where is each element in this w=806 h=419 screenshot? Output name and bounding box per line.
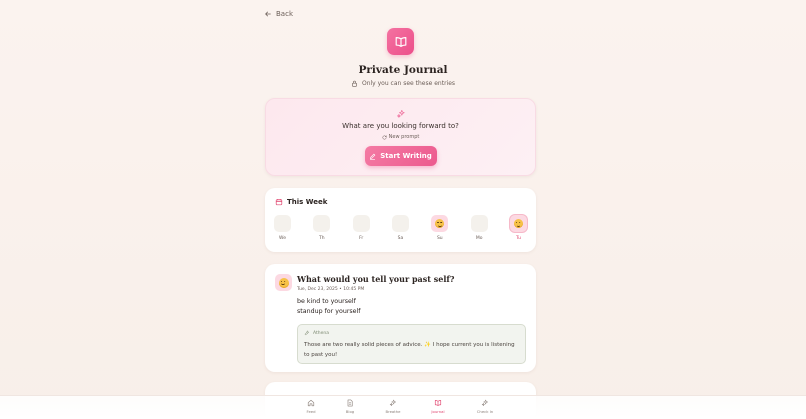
document-icon: [347, 399, 353, 407]
week-title: This Week: [287, 198, 328, 206]
journal-logo: [387, 28, 414, 55]
nav-label: Blog: [345, 409, 355, 414]
prompt-question: What are you looking forward to?: [342, 122, 459, 130]
prompt-card: What are you looking forward to? New pro…: [265, 98, 536, 176]
new-prompt-button[interactable]: New prompt: [382, 134, 420, 140]
entry-line: be kind to yourself: [297, 298, 356, 305]
day-label: Fr: [359, 236, 364, 241]
day-label: Su: [436, 236, 443, 241]
back-link[interactable]: Back: [264, 8, 293, 20]
entry-line: standup for yourself: [297, 308, 361, 315]
day-we[interactable]: We: [274, 215, 291, 241]
day-su[interactable]: Su: [431, 215, 449, 241]
calendar-icon: [275, 198, 283, 206]
pencil-icon: [370, 153, 376, 160]
week-card: This Week We Th Fr Sa Su Mo Tu: [265, 188, 536, 252]
sparkle-icon: [389, 399, 396, 406]
nav-label: Check In: [476, 409, 494, 414]
lock-icon: [352, 80, 357, 87]
smiley-icon: [435, 219, 445, 228]
day-th[interactable]: Th: [313, 215, 331, 241]
smiley-icon: [513, 219, 523, 228]
nav-feed[interactable]: Feed: [296, 399, 326, 414]
day-label: Sa: [397, 236, 404, 241]
bottom-nav: Feed Blog Breathe Journal Check In: [0, 395, 806, 419]
nav-blog[interactable]: Blog: [335, 399, 365, 414]
day-box: [431, 215, 449, 232]
sparkle-icon: [481, 399, 488, 406]
arrow-left-icon: [265, 11, 271, 17]
refresh-icon: [382, 135, 387, 139]
entry-date: Tue, Dec 23, 2025 • 10:45 PM: [297, 287, 365, 292]
day-box: [391, 215, 409, 232]
ai-name: Athena: [313, 330, 329, 336]
day-tu[interactable]: Tu: [509, 215, 527, 241]
week-days: We Th Fr Sa Su Mo Tu: [274, 215, 527, 241]
day-label: Mo: [475, 236, 483, 241]
day-sa[interactable]: Sa: [391, 215, 409, 241]
nav-label: Feed: [306, 409, 316, 414]
privacy-note: Only you can see these entries: [0, 80, 806, 87]
day-box: [352, 215, 370, 232]
day-box: [509, 215, 527, 232]
new-prompt-label: New prompt: [388, 134, 420, 140]
entry-mood: [275, 274, 292, 291]
ai-author: Athena: [304, 330, 329, 336]
ai-response: Athena Those are two really solid pieces…: [297, 324, 526, 364]
back-label: Back: [276, 10, 293, 18]
privacy-text: Only you can see these entries: [361, 80, 456, 87]
nav-check-in[interactable]: Check In: [470, 399, 500, 414]
book-icon: [395, 36, 406, 47]
ai-text: Those are two really solid pieces of adv…: [304, 342, 515, 358]
smiley-icon: [278, 277, 289, 288]
nav-label: Journal: [431, 409, 445, 414]
start-writing-button[interactable]: Start Writing: [364, 146, 437, 166]
sparkle-icon: [304, 330, 310, 336]
day-label: Th: [319, 236, 325, 241]
day-label: Tu: [516, 236, 521, 241]
day-box: [274, 215, 291, 232]
day-fr[interactable]: Fr: [352, 215, 370, 241]
day-box: [470, 215, 488, 232]
week-header: This Week: [275, 198, 327, 206]
book-icon: [434, 400, 442, 406]
nav-breathe[interactable]: Breathe: [378, 399, 408, 414]
day-mo[interactable]: Mo: [470, 215, 488, 241]
entry-body: be kind to yourself standup for yourself: [297, 297, 361, 317]
sparkle-icon: [396, 109, 405, 118]
home-icon: [307, 399, 315, 407]
page-title: Private Journal: [358, 64, 448, 76]
nav-label: Breathe: [385, 409, 401, 414]
day-box: [313, 215, 331, 232]
day-label: We: [279, 236, 286, 241]
journal-entry-card[interactable]: What would you tell your past self? Tue,…: [265, 264, 536, 372]
entry-title: What would you tell your past self?: [297, 274, 455, 284]
nav-journal[interactable]: Journal: [423, 399, 453, 414]
start-writing-label: Start Writing: [380, 152, 432, 160]
